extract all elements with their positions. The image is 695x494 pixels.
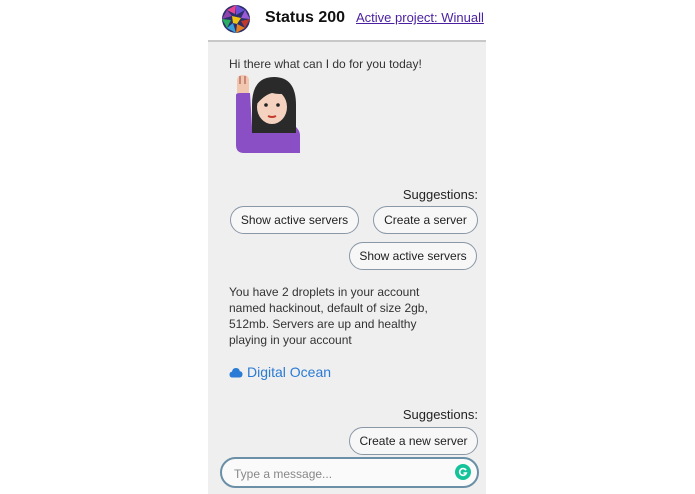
suggestion-chip-create-new-server[interactable]: Create a new server <box>349 427 478 455</box>
bot-reply-line: named hackinout, default of size 2gb, <box>229 301 428 315</box>
app-logo-icon <box>222 5 250 33</box>
suggestion-chip-create-server[interactable]: Create a server <box>373 206 478 234</box>
message-input[interactable] <box>232 464 451 484</box>
app-title: Status 200 <box>265 9 346 26</box>
cloud-icon <box>229 367 243 377</box>
greeting-message: Hi there what can I do for you today! <box>229 57 422 71</box>
chat-area[interactable]: Hi there what can I do for you today! Su… <box>208 42 486 494</box>
grammarly-icon[interactable] <box>455 464 471 480</box>
bot-reply-message: You have 2 droplets in your account name… <box>229 284 429 348</box>
suggestion-chip-show-active-servers[interactable]: Show active servers <box>349 242 477 270</box>
suggestions-label: Suggestions: <box>402 187 478 202</box>
message-composer <box>220 457 479 488</box>
digital-ocean-link[interactable]: Digital Ocean <box>229 364 331 380</box>
suggestion-chip-show-active-servers[interactable]: Show active servers <box>230 206 359 234</box>
active-project-link[interactable]: Active project: Winuall <box>356 10 484 25</box>
bot-reply-line: You have 2 droplets in your account <box>229 285 420 299</box>
suggestions-label: Suggestions: <box>402 407 478 422</box>
bot-reply-line: playing in your account <box>229 333 352 347</box>
woman-raising-hand-icon <box>236 75 300 153</box>
bot-reply-line: 512mb. Servers are up and healthy <box>229 317 417 331</box>
digital-ocean-label: Digital Ocean <box>247 364 332 380</box>
app-window: Status 200 Active project: Winuall Hi th… <box>208 0 486 494</box>
app-header: Status 200 Active project: Winuall <box>208 0 486 42</box>
